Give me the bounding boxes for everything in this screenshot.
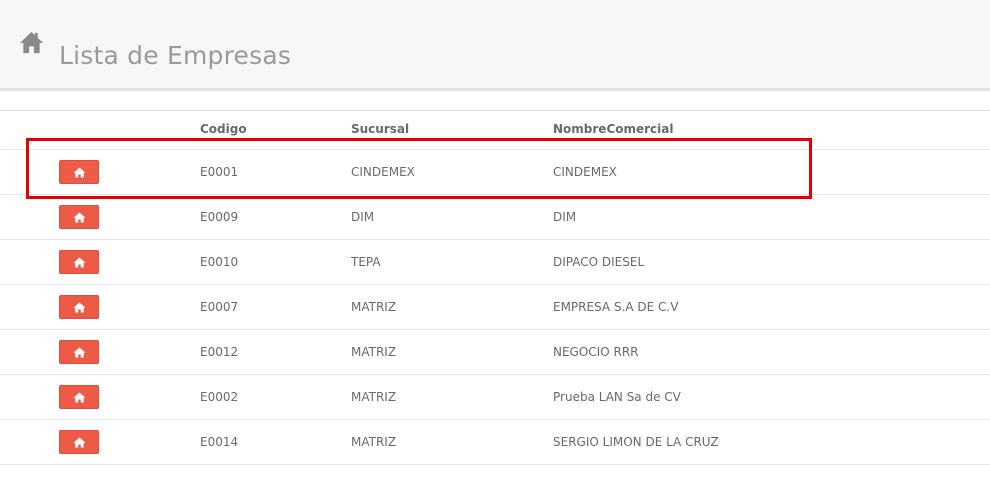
column-header-nombre-comercial[interactable]: NombreComercial	[553, 122, 674, 136]
cell-sucursal: MATRIZ	[351, 345, 397, 359]
cell-nombre-comercial: CINDEMEX	[553, 165, 617, 179]
cell-nombre-comercial: Prueba LAN Sa de CV	[553, 390, 681, 404]
cell-nombre-comercial: DIPACO DIESEL	[553, 255, 645, 269]
home-icon	[73, 437, 86, 448]
cell-codigo: E0010	[200, 255, 239, 269]
table-row: E0001 CINDEMEX CINDEMEX	[0, 150, 990, 195]
home-icon	[19, 31, 44, 54]
cell-codigo: E0012	[200, 345, 239, 359]
table-row: E0012 MATRIZ NEGOCIO RRR	[0, 330, 990, 375]
cell-sucursal: MATRIZ	[351, 435, 397, 449]
cell-sucursal: CINDEMEX	[351, 165, 415, 179]
cell-nombre-comercial: EMPRESA S.A DE C.V	[553, 300, 679, 314]
home-icon	[73, 167, 86, 178]
table-row: E0009 DIM DIM	[0, 195, 990, 240]
cell-nombre-comercial: DIM	[553, 210, 577, 224]
table-row: E0010 TEPA DIPACO DIESEL	[0, 240, 990, 285]
cell-sucursal: TEPA	[351, 255, 381, 269]
home-icon	[73, 392, 86, 403]
cell-codigo: E0002	[200, 390, 239, 404]
select-empresa-button[interactable]	[59, 430, 99, 454]
cell-sucursal: MATRIZ	[351, 300, 397, 314]
column-header-sucursal[interactable]: Sucursal	[351, 122, 409, 136]
cell-codigo: E0007	[200, 300, 239, 314]
cell-codigo: E0014	[200, 435, 239, 449]
cell-codigo: E0009	[200, 210, 239, 224]
table-row: E0007 MATRIZ EMPRESA S.A DE C.V	[0, 285, 990, 330]
table-row: E0014 MATRIZ SERGIO LIMON DE LA CRUZ	[0, 420, 990, 465]
page-header: Lista de Empresas	[0, 0, 990, 91]
cell-nombre-comercial: SERGIO LIMON DE LA CRUZ	[553, 435, 719, 449]
select-empresa-button[interactable]	[59, 295, 99, 319]
empresas-table: Codigo Sucursal NombreComercial E0001 CI…	[0, 110, 990, 465]
table-header: Codigo Sucursal NombreComercial	[0, 111, 990, 150]
select-empresa-button[interactable]	[59, 205, 99, 229]
table-row: E0002 MATRIZ Prueba LAN Sa de CV	[0, 375, 990, 420]
column-header-codigo[interactable]: Codigo	[200, 122, 247, 136]
home-icon	[73, 302, 86, 313]
page-title: Lista de Empresas	[59, 40, 292, 70]
cell-sucursal: MATRIZ	[351, 390, 397, 404]
select-empresa-button[interactable]	[59, 160, 99, 184]
select-empresa-button[interactable]	[59, 340, 99, 364]
select-empresa-button[interactable]	[59, 250, 99, 274]
home-icon	[73, 347, 86, 358]
cell-sucursal: DIM	[351, 210, 375, 224]
cell-nombre-comercial: NEGOCIO RRR	[553, 345, 639, 359]
select-empresa-button[interactable]	[59, 385, 99, 409]
home-icon	[73, 257, 86, 268]
home-icon	[73, 212, 86, 223]
cell-codigo: E0001	[200, 165, 239, 179]
